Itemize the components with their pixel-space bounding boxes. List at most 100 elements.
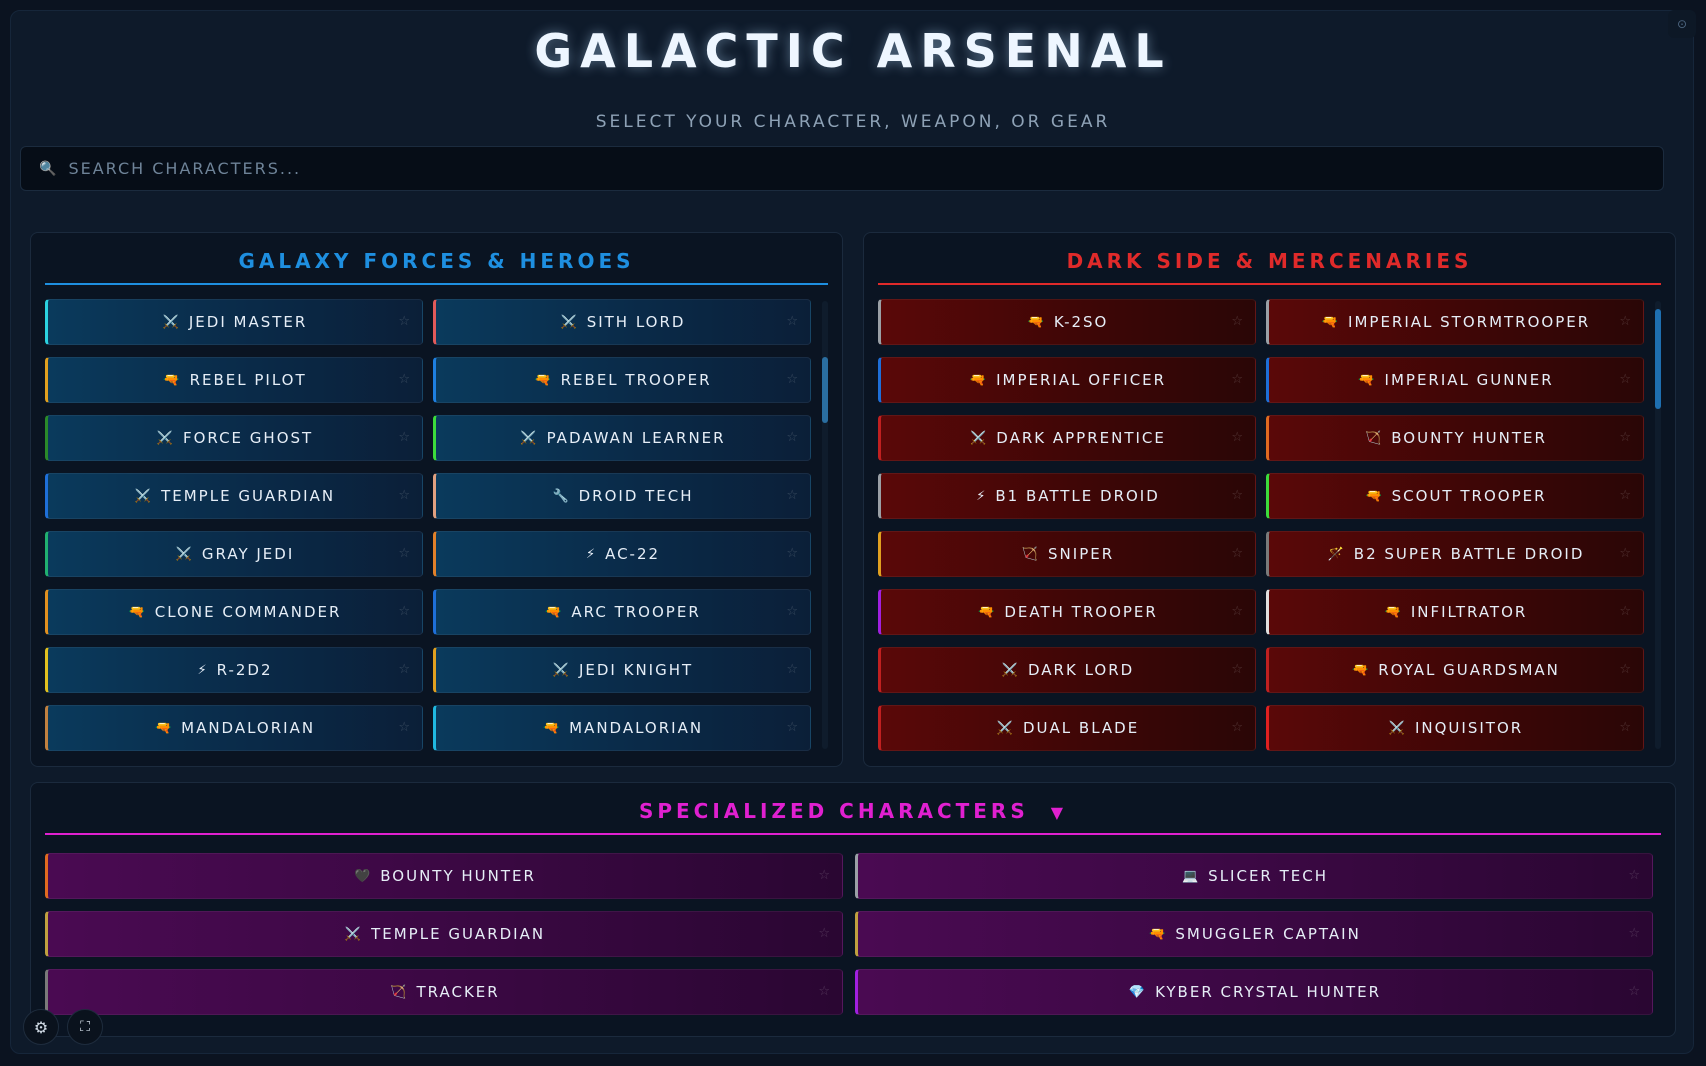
character-card[interactable]: 🏹 BOUNTY HUNTER ☆ [1266,415,1644,461]
character-card[interactable]: 💎 KYBER CRYSTAL HUNTER ☆ [855,969,1653,1015]
favorite-star-icon[interactable]: ☆ [398,430,412,445]
character-card[interactable]: ⚔️ DUAL BLADE ☆ [878,705,1256,751]
character-card[interactable]: ⚔️ GRAY JEDI ☆ [45,531,423,577]
favorite-star-icon[interactable]: ☆ [1628,984,1642,999]
character-card[interactable]: ⚔️ JEDI KNIGHT ☆ [433,647,811,693]
favorite-star-icon[interactable]: ☆ [1628,868,1642,883]
favorite-star-icon[interactable]: ☆ [398,604,412,619]
favorite-star-icon[interactable]: ☆ [786,314,800,329]
character-card[interactable]: 🔫 CLONE COMMANDER ☆ [45,589,423,635]
card-icon: ⚔️ [1388,720,1407,736]
character-card[interactable]: 🏹 SNIPER ☆ [878,531,1256,577]
favorite-star-icon[interactable]: ☆ [818,984,832,999]
character-card[interactable]: ⚔️ INQUISITOR ☆ [1266,705,1644,751]
gear-icon: ⚙ [33,1017,49,1037]
fullscreen-button[interactable]: ⛶ [67,1009,103,1045]
favorite-star-icon[interactable]: ☆ [1231,372,1245,387]
character-card[interactable]: 🏹 TRACKER ☆ [45,969,843,1015]
dark-side-scrollbar[interactable] [1655,301,1661,749]
favorite-star-icon[interactable]: ☆ [1628,926,1642,941]
card-icon: 🔫 [542,720,562,736]
favorite-star-icon[interactable]: ☆ [398,372,412,387]
favorite-star-icon[interactable]: ☆ [1619,372,1633,387]
light-side-scrollbar[interactable] [822,301,828,749]
card-icon: ⚔️ [134,488,154,504]
favorite-star-icon[interactable]: ☆ [1619,314,1633,329]
card-icon: 🔫 [969,372,989,388]
card-label: CLONE COMMANDER [154,603,342,621]
favorite-star-icon[interactable]: ☆ [786,546,800,561]
favorite-star-icon[interactable]: ☆ [398,314,412,329]
favorite-star-icon[interactable]: ☆ [1231,314,1245,329]
light-side-scroll-thumb[interactable] [822,357,828,423]
card-label: DARK APPRENTICE [996,429,1166,447]
character-card[interactable]: ⚔️ TEMPLE GUARDIAN ☆ [45,911,843,957]
character-card[interactable]: ⚔️ TEMPLE GUARDIAN ☆ [45,473,423,519]
favorite-star-icon[interactable]: ☆ [1231,720,1245,735]
character-card[interactable]: ⚔️ JEDI MASTER ☆ [45,299,423,345]
character-card[interactable]: ⚡ B1 BATTLE DROID ☆ [878,473,1256,519]
favorite-star-icon[interactable]: ☆ [398,662,412,677]
character-card[interactable]: ⚡ AC-22 ☆ [433,531,811,577]
character-card[interactable]: 🔫 REBEL PILOT ☆ [45,357,423,403]
card-label: REBEL PILOT [189,371,307,389]
card-label: FORCE GHOST [182,429,314,447]
dark-side-scroll-thumb[interactable] [1655,309,1661,409]
favorite-star-icon[interactable]: ☆ [1231,662,1245,677]
character-card[interactable]: 🔫 SMUGGLER CAPTAIN ☆ [855,911,1653,957]
favorite-star-icon[interactable]: ☆ [1231,488,1245,503]
character-card[interactable]: ⚔️ SITH LORD ☆ [433,299,811,345]
card-icon: 🔫 [1352,662,1371,678]
favorite-star-icon[interactable]: ☆ [786,372,800,387]
favorite-star-icon[interactable]: ☆ [786,430,800,445]
favorite-star-icon[interactable]: ☆ [786,720,800,735]
favorite-star-icon[interactable]: ☆ [1619,662,1633,677]
card-label: REBEL TROOPER [560,371,712,389]
card-label: TEMPLE GUARDIAN [161,487,336,505]
favorite-star-icon[interactable]: ☆ [398,488,412,503]
favorite-star-icon[interactable]: ☆ [786,662,800,677]
favorite-star-icon[interactable]: ☆ [398,720,412,735]
character-card[interactable]: ⚔️ PADAWAN LEARNER ☆ [433,415,811,461]
favorite-star-icon[interactable]: ☆ [1231,604,1245,619]
favorite-star-icon[interactable]: ☆ [398,546,412,561]
favorite-star-icon[interactable]: ☆ [1231,546,1245,561]
favorite-star-icon[interactable]: ☆ [786,488,800,503]
character-card[interactable]: 🔫 SCOUT TROOPER ☆ [1266,473,1644,519]
character-card[interactable]: 🔫 IMPERIAL GUNNER ☆ [1266,357,1644,403]
card-label: TEMPLE GUARDIAN [371,925,546,943]
character-card[interactable]: ⚔️ DARK LORD ☆ [878,647,1256,693]
favorite-star-icon[interactable]: ☆ [818,926,832,941]
character-card[interactable]: 🔫 MANDALORIAN ☆ [45,705,423,751]
character-card[interactable]: 🔫 IMPERIAL OFFICER ☆ [878,357,1256,403]
favorite-star-icon[interactable]: ☆ [1619,488,1633,503]
favorite-star-icon[interactable]: ☆ [1231,430,1245,445]
settings-button[interactable]: ⚙ [23,1009,59,1045]
character-card[interactable]: 🔫 DEATH TROOPER ☆ [878,589,1256,635]
favorite-star-icon[interactable]: ☆ [1619,430,1633,445]
character-card[interactable]: 🖤 BOUNTY HUNTER ☆ [45,853,843,899]
character-card[interactable]: ⚔️ DARK APPRENTICE ☆ [878,415,1256,461]
character-card[interactable]: 🔫 ROYAL GUARDSMAN ☆ [1266,647,1644,693]
character-card[interactable]: 🔧 DROID TECH ☆ [433,473,811,519]
favorite-star-icon[interactable]: ☆ [1619,546,1633,561]
card-icon: 🏹 [390,984,409,1000]
character-card[interactable]: 🔫 MANDALORIAN ☆ [433,705,811,751]
character-card[interactable]: 🪄 B2 SUPER BATTLE DROID ☆ [1266,531,1644,577]
card-label: DARK LORD [1028,661,1135,679]
specialized-panel-header[interactable]: SPECIALIZED CHARACTERS ▼ [45,793,1661,835]
character-card[interactable]: 🔫 IMPERIAL STORMTROOPER ☆ [1266,299,1644,345]
favorite-star-icon[interactable]: ☆ [818,868,832,883]
collapse-caret-icon[interactable]: ▼ [1051,803,1067,822]
favorite-star-icon[interactable]: ☆ [1619,720,1633,735]
character-card[interactable]: ⚔️ FORCE GHOST ☆ [45,415,423,461]
character-card[interactable]: ⚡ R-2D2 ☆ [45,647,423,693]
search-input[interactable] [66,158,1571,179]
character-card[interactable]: 🔫 INFILTRATOR ☆ [1266,589,1644,635]
character-card[interactable]: 🔫 REBEL TROOPER ☆ [433,357,811,403]
favorite-star-icon[interactable]: ☆ [786,604,800,619]
character-card[interactable]: 🔫 K-2SO ☆ [878,299,1256,345]
character-card[interactable]: 💻 SLICER TECH ☆ [855,853,1653,899]
favorite-star-icon[interactable]: ☆ [1619,604,1633,619]
character-card[interactable]: 🔫 ARC TROOPER ☆ [433,589,811,635]
